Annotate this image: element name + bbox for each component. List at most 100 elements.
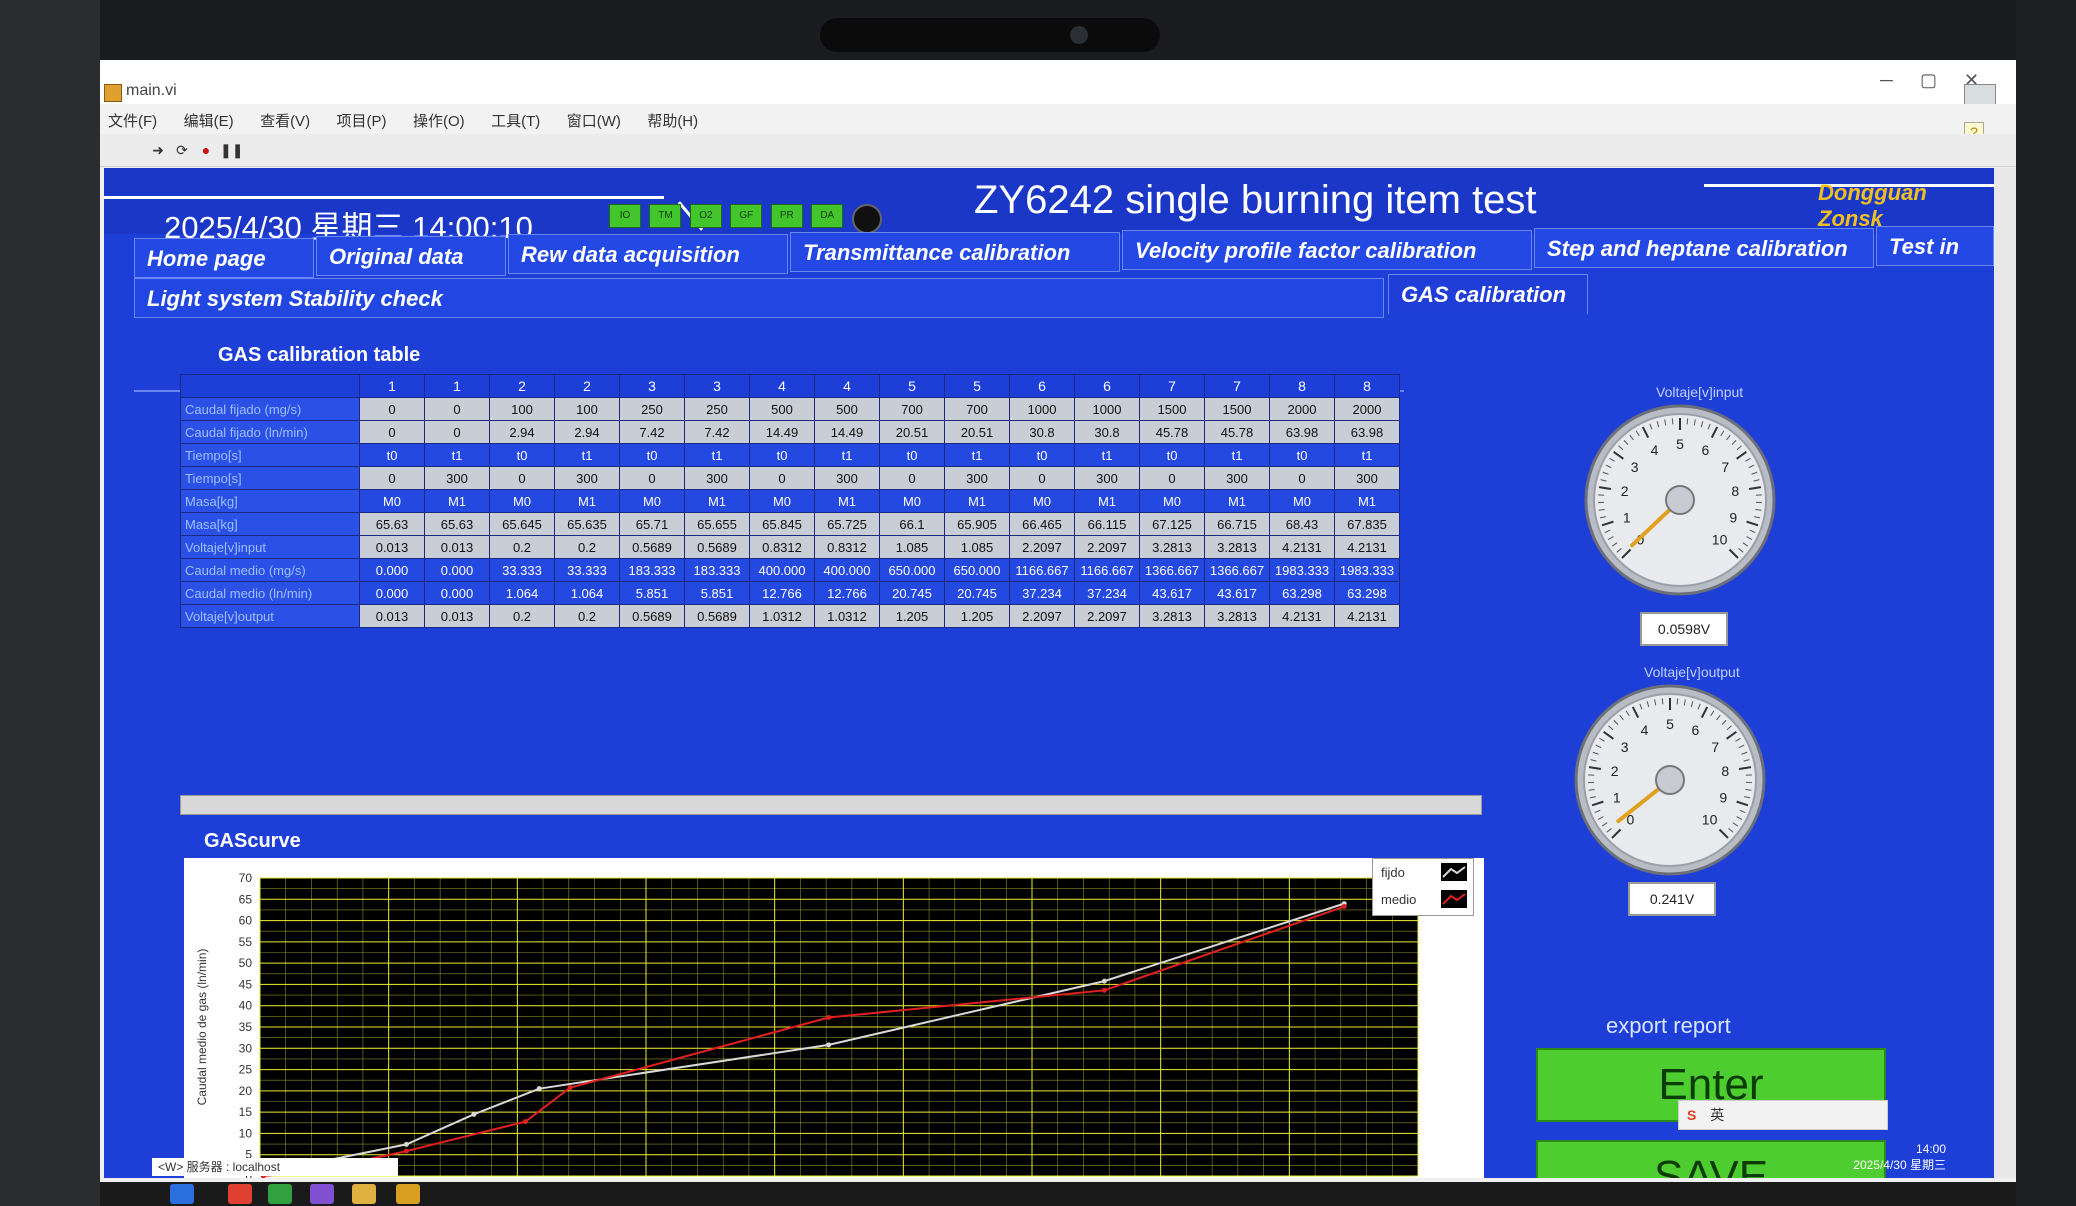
- table-cell[interactable]: 3.2813: [1204, 604, 1270, 628]
- table-cell[interactable]: M1: [684, 489, 750, 513]
- tab-test-in[interactable]: Test in: [1876, 226, 1994, 266]
- table-cell[interactable]: 4.2131: [1334, 604, 1400, 628]
- start-icon[interactable]: [170, 1184, 194, 1204]
- table-cell[interactable]: M1: [944, 489, 1010, 513]
- table-cell[interactable]: 0.000: [424, 558, 490, 582]
- table-cell[interactable]: 0: [619, 466, 685, 490]
- table-cell[interactable]: 30.8: [1009, 420, 1075, 444]
- table-cell[interactable]: t0: [359, 443, 425, 467]
- table-cell[interactable]: 66.715: [1204, 512, 1270, 536]
- table-cell[interactable]: 0.013: [359, 604, 425, 628]
- menu-edit[interactable]: 编辑(E): [184, 110, 234, 131]
- table-cell[interactable]: 65.635: [554, 512, 620, 536]
- legend-item-medio[interactable]: medio: [1373, 886, 1473, 913]
- tab-velocity-profile-factor-calibration[interactable]: Velocity profile factor calibration: [1122, 230, 1532, 270]
- ime-toolbar[interactable]: S 英: [1678, 1100, 1888, 1130]
- tab-home-page[interactable]: Home page: [134, 238, 314, 278]
- table-cell[interactable]: 0.013: [359, 535, 425, 559]
- table-cell[interactable]: 37.234: [1074, 581, 1140, 605]
- minimize-icon[interactable]: ─: [1880, 70, 1893, 91]
- table-cell[interactable]: 300: [814, 466, 880, 490]
- table-cell[interactable]: 65.905: [944, 512, 1010, 536]
- table-cell[interactable]: 0.2: [554, 535, 620, 559]
- table-cell[interactable]: M0: [619, 489, 685, 513]
- table-cell[interactable]: 0.8312: [814, 535, 880, 559]
- table-cell[interactable]: 1500: [1204, 397, 1270, 421]
- labview-taskbar-icon[interactable]: [396, 1184, 420, 1204]
- tab-light-system-stability-check[interactable]: Light system Stability check: [134, 278, 1384, 318]
- table-cell[interactable]: 2.94: [489, 420, 555, 444]
- table-cell[interactable]: 300: [554, 466, 620, 490]
- table-cell[interactable]: 63.98: [1334, 420, 1400, 444]
- table-cell[interactable]: t1: [1334, 443, 1400, 467]
- table-cell[interactable]: 43.617: [1139, 581, 1205, 605]
- app-icon[interactable]: [310, 1184, 334, 1204]
- table-cell[interactable]: 65.645: [489, 512, 555, 536]
- table-cell[interactable]: M0: [1009, 489, 1075, 513]
- table-cell[interactable]: 63.298: [1269, 581, 1335, 605]
- chrome-icon[interactable]: [228, 1184, 252, 1204]
- table-cell[interactable]: 0.5689: [684, 604, 750, 628]
- table-cell[interactable]: 1.085: [879, 535, 945, 559]
- table-cell[interactable]: 1166.667: [1009, 558, 1075, 582]
- tab-rew-data-acquisition[interactable]: Rew data acquisition: [508, 234, 788, 274]
- table-cell[interactable]: M1: [1334, 489, 1400, 513]
- menu-window[interactable]: 窗口(W): [567, 110, 621, 131]
- table-cell[interactable]: M0: [1139, 489, 1205, 513]
- table-cell[interactable]: M1: [1204, 489, 1270, 513]
- table-cell[interactable]: 0.000: [424, 581, 490, 605]
- table-cell[interactable]: 33.333: [489, 558, 555, 582]
- table-cell[interactable]: 14.49: [814, 420, 880, 444]
- table-cell[interactable]: 2000: [1269, 397, 1335, 421]
- table-cell[interactable]: t0: [619, 443, 685, 467]
- table-cell[interactable]: 400.000: [814, 558, 880, 582]
- table-cell[interactable]: t0: [879, 443, 945, 467]
- table-cell[interactable]: t0: [1269, 443, 1335, 467]
- table-cell[interactable]: 1000: [1074, 397, 1140, 421]
- menu-project[interactable]: 项目(P): [337, 110, 387, 131]
- table-cell[interactable]: 183.333: [619, 558, 685, 582]
- table-cell[interactable]: 300: [1334, 466, 1400, 490]
- menu-file[interactable]: 文件(F): [108, 110, 157, 131]
- table-cell[interactable]: 400.000: [749, 558, 815, 582]
- table-cell[interactable]: 66.465: [1009, 512, 1075, 536]
- legend-item-fijdo[interactable]: fijdo: [1373, 859, 1473, 886]
- table-cell[interactable]: 0.2: [489, 535, 555, 559]
- table-cell[interactable]: 65.655: [684, 512, 750, 536]
- table-cell[interactable]: 0.013: [424, 535, 490, 559]
- table-cell[interactable]: 20.51: [944, 420, 1010, 444]
- table-cell[interactable]: 1.064: [489, 581, 555, 605]
- table-cell[interactable]: 4.2131: [1269, 535, 1335, 559]
- table-cell[interactable]: 0.5689: [619, 604, 685, 628]
- table-cell[interactable]: 63.298: [1334, 581, 1400, 605]
- table-horizontal-scrollbar[interactable]: [180, 795, 1482, 815]
- table-cell[interactable]: 3.2813: [1139, 535, 1205, 559]
- table-cell[interactable]: M0: [879, 489, 945, 513]
- table-cell[interactable]: 7.42: [619, 420, 685, 444]
- ime-language[interactable]: 英: [1710, 1107, 1724, 1123]
- table-cell[interactable]: M1: [554, 489, 620, 513]
- menu-tools[interactable]: 工具(T): [491, 110, 540, 131]
- menu-operate[interactable]: 操作(O): [413, 110, 465, 131]
- run-arrow-icon[interactable]: ➜: [148, 140, 168, 160]
- table-cell[interactable]: 0.2: [554, 604, 620, 628]
- table-cell[interactable]: t1: [1074, 443, 1140, 467]
- table-cell[interactable]: 1.0312: [814, 604, 880, 628]
- table-cell[interactable]: 1166.667: [1074, 558, 1140, 582]
- table-cell[interactable]: 20.51: [879, 420, 945, 444]
- table-cell[interactable]: t1: [554, 443, 620, 467]
- table-cell[interactable]: 14.49: [749, 420, 815, 444]
- wechat-icon[interactable]: [268, 1184, 292, 1204]
- table-cell[interactable]: 1.205: [944, 604, 1010, 628]
- table-cell[interactable]: 1.0312: [749, 604, 815, 628]
- table-cell[interactable]: 500: [814, 397, 880, 421]
- table-cell[interactable]: 30.8: [1074, 420, 1140, 444]
- table-cell[interactable]: 43.617: [1204, 581, 1270, 605]
- table-cell[interactable]: 33.333: [554, 558, 620, 582]
- table-cell[interactable]: 300: [944, 466, 1010, 490]
- ime-s-icon[interactable]: S: [1687, 1107, 1696, 1123]
- table-cell[interactable]: 65.725: [814, 512, 880, 536]
- table-cell[interactable]: 4.2131: [1269, 604, 1335, 628]
- table-cell[interactable]: 20.745: [944, 581, 1010, 605]
- table-cell[interactable]: t0: [749, 443, 815, 467]
